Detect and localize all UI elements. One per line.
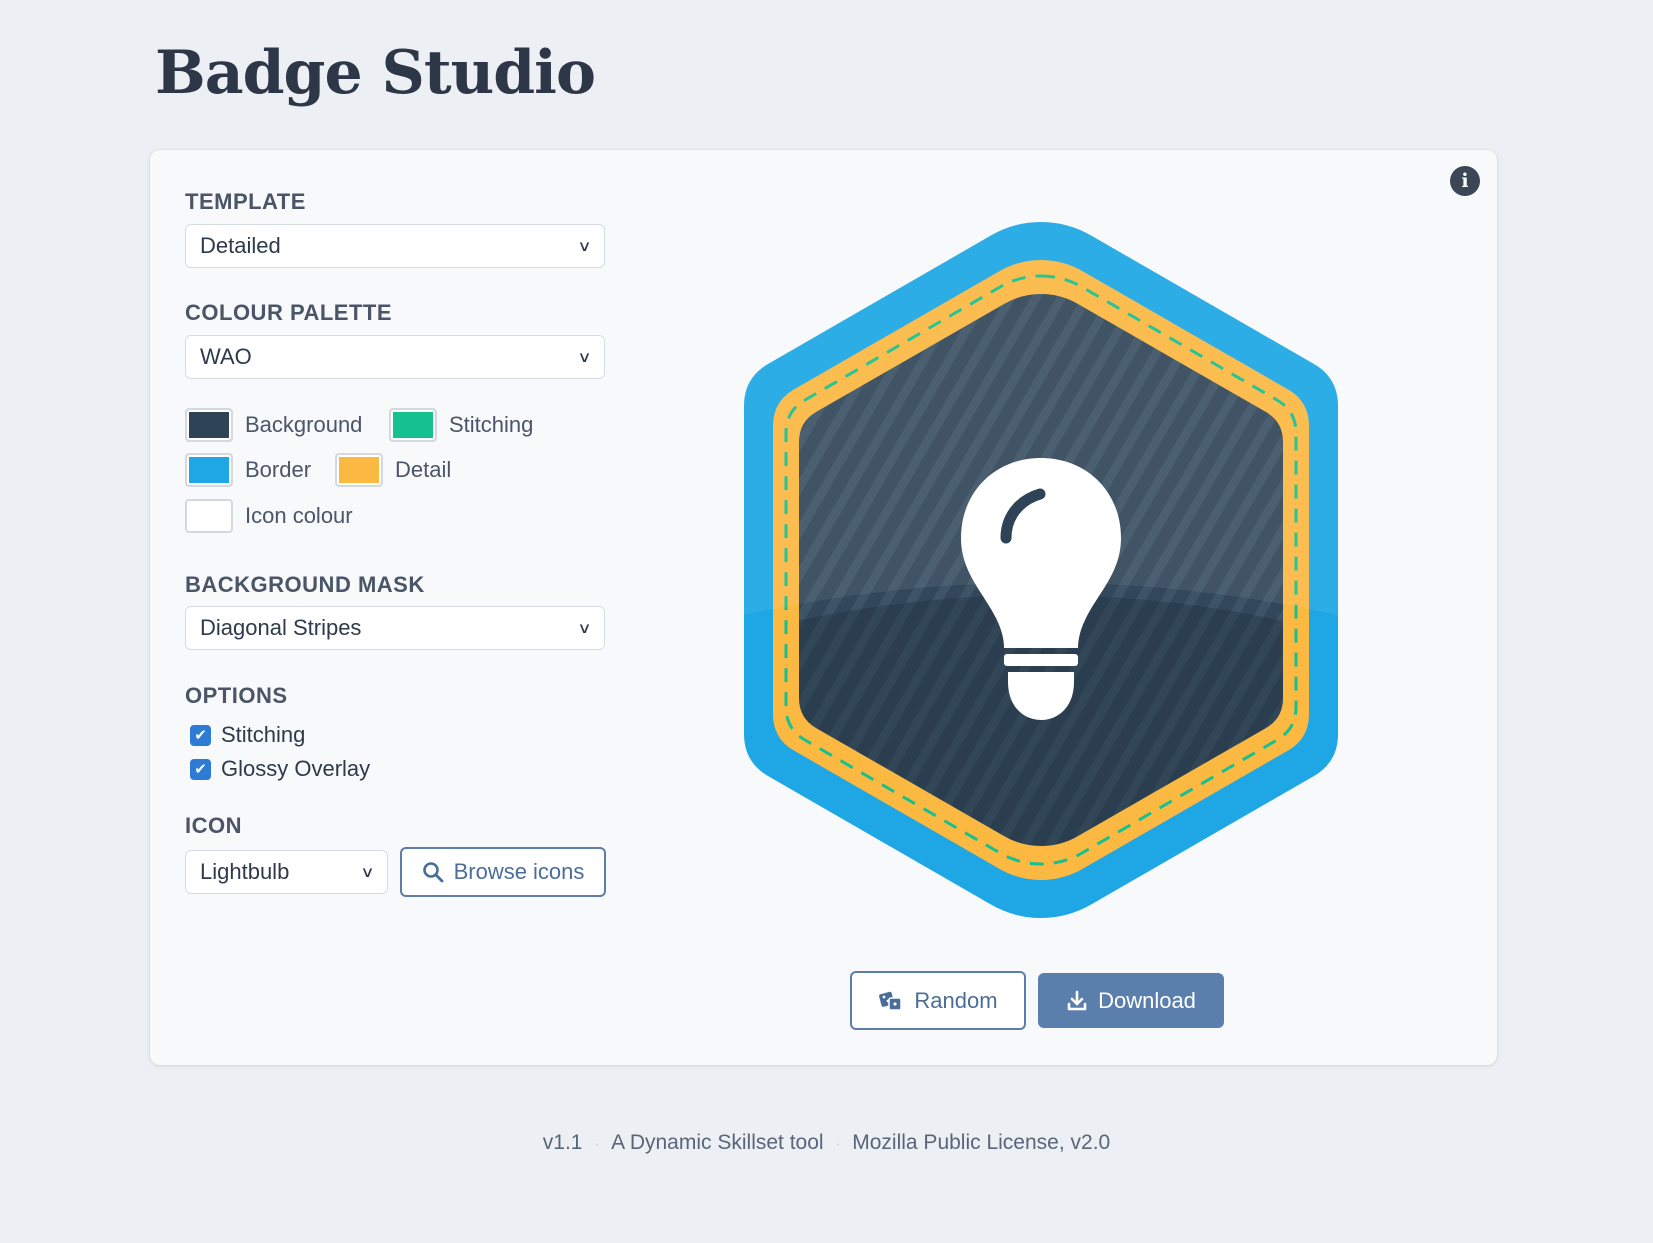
mask-select-value: Diagonal Stripes: [200, 615, 362, 640]
background-color-swatch[interactable]: [185, 408, 233, 442]
background-color-label: Background: [245, 412, 363, 437]
chevron-down-icon: ∨: [577, 349, 592, 366]
swatch-stitching-row: Stitching: [389, 408, 533, 442]
template-label: TEMPLATE: [185, 189, 306, 214]
footer: v1.1 · A Dynamic Skillset tool · Mozilla…: [0, 1131, 1653, 1155]
chevron-down-icon: ∨: [577, 238, 592, 255]
swatch-border-row: Border: [185, 453, 311, 487]
template-select-value: Detailed: [200, 233, 281, 258]
template-select[interactable]: Detailed ∨: [185, 224, 605, 268]
download-label: Download: [1098, 987, 1196, 1013]
icon-color-swatch[interactable]: [185, 499, 233, 533]
glossy-overlay-option: ✔ Glossy Overlay: [190, 756, 370, 782]
footer-separator: ·: [835, 1135, 841, 1151]
palette-select[interactable]: WAO ∨: [185, 335, 605, 379]
stitching-color-label: Stitching: [449, 412, 534, 437]
palette-label: COLOUR PALETTE: [185, 300, 393, 325]
info-icon[interactable]: i: [1450, 166, 1480, 196]
browse-icons-button[interactable]: Browse icons: [400, 847, 606, 897]
stitching-option: ✔ Stitching: [190, 722, 305, 748]
chevron-down-icon: ∨: [360, 864, 375, 881]
icon-color-label: Icon colour: [245, 503, 353, 528]
badge-preview: [744, 222, 1338, 918]
icon-select[interactable]: Lightbulb ∨: [185, 850, 388, 894]
detail-color-label: Detail: [395, 457, 452, 482]
icon-label: ICON: [185, 813, 242, 838]
palette-select-value: WAO: [200, 344, 252, 369]
border-color-label: Border: [245, 457, 312, 482]
footer-tagline[interactable]: A Dynamic Skillset tool: [611, 1131, 823, 1155]
footer-license[interactable]: Mozilla Public License, v2.0: [852, 1131, 1110, 1155]
glossy-overlay-option-label: Glossy Overlay: [221, 756, 371, 781]
stitching-option-label: Stitching: [221, 722, 306, 747]
stitching-checkbox[interactable]: ✔: [190, 724, 211, 746]
swatch-background-row: Background: [185, 408, 362, 442]
mask-select[interactable]: Diagonal Stripes ∨: [185, 606, 605, 650]
options-label: OPTIONS: [185, 683, 288, 708]
random-label: Random: [914, 987, 998, 1013]
icon-select-value: Lightbulb: [200, 859, 290, 884]
search-icon: [422, 861, 444, 883]
swatch-detail-row: Detail: [335, 453, 451, 487]
detail-color-swatch[interactable]: [335, 453, 383, 487]
page-title: Badge Studio: [155, 38, 596, 108]
mask-label: BACKGROUND MASK: [185, 572, 425, 597]
stitching-color-swatch[interactable]: [389, 408, 437, 442]
footer-separator: ·: [594, 1135, 600, 1151]
swatch-icon-row: Icon colour: [185, 499, 353, 533]
border-color-swatch[interactable]: [185, 453, 233, 487]
browse-icons-label: Browse icons: [453, 859, 585, 884]
download-button[interactable]: Download: [1038, 973, 1224, 1028]
footer-version: v1.1: [542, 1131, 583, 1154]
dice-icon: [878, 990, 904, 1012]
chevron-down-icon: ∨: [577, 620, 592, 637]
glossy-overlay-checkbox[interactable]: ✔: [190, 758, 211, 780]
random-button[interactable]: Random: [850, 971, 1026, 1030]
download-icon: [1066, 990, 1088, 1012]
